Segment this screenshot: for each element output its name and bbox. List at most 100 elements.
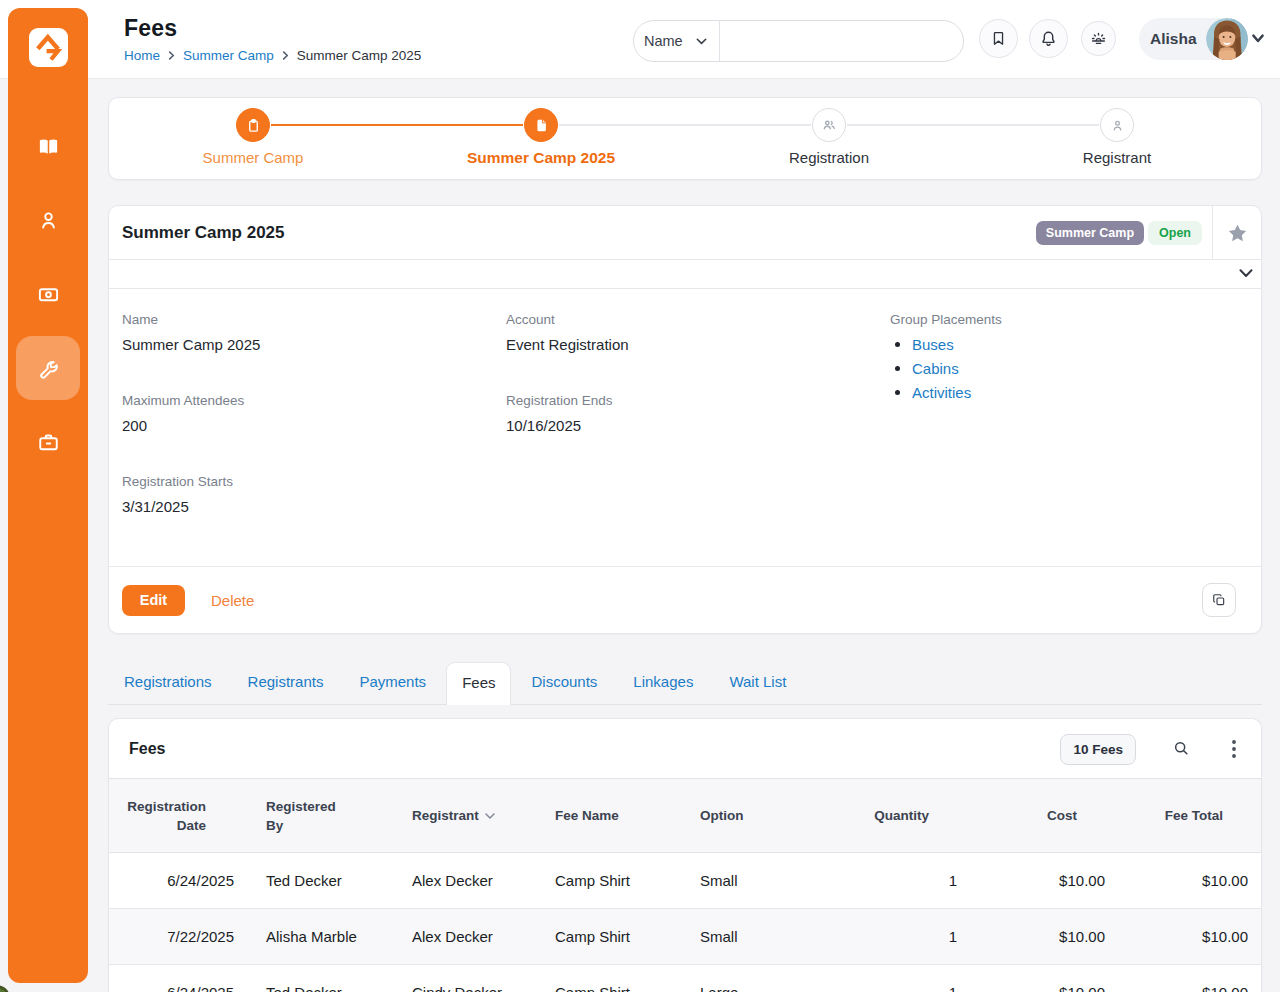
profile-chevron-down-icon[interactable] bbox=[1252, 34, 1264, 43]
tab-registrations[interactable]: Registrations bbox=[108, 661, 228, 704]
step-summer-camp-2025: Summer Camp 2025 bbox=[397, 98, 685, 179]
theme-button[interactable] bbox=[1081, 21, 1116, 56]
background-plant-image bbox=[0, 984, 10, 992]
field-registration-starts: Registration Starts 3/31/2025 bbox=[122, 474, 493, 515]
chevron-down-icon bbox=[696, 38, 707, 45]
tab-registrants[interactable]: Registrants bbox=[232, 661, 340, 704]
notifications-button[interactable] bbox=[1029, 19, 1068, 58]
chevron-right-icon bbox=[167, 51, 176, 60]
edit-button[interactable]: Edit bbox=[122, 585, 185, 616]
detail-card-header: Summer Camp 2025 Summer Camp Open bbox=[109, 206, 1261, 260]
step-label[interactable]: Summer Camp bbox=[203, 149, 304, 166]
sidebar-item-admin[interactable] bbox=[16, 410, 80, 474]
tab-fees[interactable]: Fees bbox=[446, 662, 511, 705]
chevron-down-icon bbox=[1239, 269, 1253, 278]
list-item: Activities bbox=[890, 384, 1261, 401]
field-registration-ends: Registration Ends 10/16/2025 bbox=[506, 393, 877, 434]
copy-button[interactable] bbox=[1202, 583, 1236, 617]
breadcrumb-summer-camp[interactable]: Summer Camp bbox=[183, 48, 274, 63]
group-placement-link-buses[interactable]: Buses bbox=[912, 336, 954, 353]
step-registrant: Registrant bbox=[973, 98, 1261, 179]
tab-payments[interactable]: Payments bbox=[343, 661, 442, 704]
step-dot[interactable] bbox=[1100, 108, 1134, 142]
bookmark-icon bbox=[990, 30, 1007, 47]
tab-linkages[interactable]: Linkages bbox=[617, 661, 709, 704]
table-row[interactable]: 6/24/2025 Ted Decker Alex Decker Camp Sh… bbox=[109, 853, 1262, 909]
column-header-fee-total[interactable]: Fee Total bbox=[1117, 779, 1262, 853]
category-badge: Summer Camp bbox=[1036, 221, 1144, 245]
follow-button[interactable] bbox=[1213, 206, 1261, 259]
profile-menu[interactable]: Alisha bbox=[1139, 18, 1248, 60]
registration-instance-card: Summer Camp 2025 Summer Camp Open Name S… bbox=[108, 205, 1262, 634]
file-icon bbox=[534, 118, 549, 133]
field-name: Name Summer Camp 2025 bbox=[122, 312, 493, 353]
star-icon bbox=[1228, 224, 1247, 242]
column-header-cost[interactable]: Cost bbox=[969, 779, 1117, 853]
step-label[interactable]: Registrant bbox=[1083, 149, 1151, 166]
sidebar-item-library[interactable] bbox=[16, 114, 80, 178]
people-icon bbox=[821, 117, 837, 133]
step-registration: Registration bbox=[685, 98, 973, 179]
grid-actions-button[interactable] bbox=[1222, 735, 1246, 763]
sun-horizon-icon bbox=[1089, 29, 1108, 48]
sidebar-item-power-tools[interactable] bbox=[16, 336, 80, 400]
group-placement-link-cabins[interactable]: Cabins bbox=[912, 360, 959, 377]
clipboard-icon bbox=[246, 118, 261, 133]
wrench-icon bbox=[37, 357, 60, 380]
list-item: Buses bbox=[890, 336, 1261, 353]
search-filter-label: Name bbox=[644, 33, 683, 49]
search-filter-dropdown[interactable]: Name bbox=[634, 21, 720, 61]
tab-wait-list[interactable]: Wait List bbox=[713, 661, 802, 704]
table-row[interactable]: 7/22/2025 Alisha Marble Alex Decker Camp… bbox=[109, 909, 1262, 965]
fees-panel-header: Fees 10 Fees bbox=[109, 719, 1261, 778]
detail-card-title: Summer Camp 2025 bbox=[122, 223, 285, 243]
fees-panel: Fees 10 Fees Registration Date bbox=[108, 718, 1262, 992]
delete-button[interactable]: Delete bbox=[211, 592, 254, 609]
profile-name: Alisha bbox=[1150, 30, 1197, 48]
column-header-registrant[interactable]: Registrant bbox=[392, 779, 535, 853]
column-header-registered-by[interactable]: Registered By bbox=[246, 779, 392, 853]
rock-logo[interactable] bbox=[29, 28, 68, 67]
sidebar bbox=[8, 8, 88, 983]
column-header-fee-name[interactable]: Fee Name bbox=[535, 779, 680, 853]
field-group-placements: Group Placements Buses Cabins Activities bbox=[890, 312, 1261, 401]
step-dot[interactable] bbox=[812, 108, 846, 142]
search-input[interactable] bbox=[720, 21, 963, 61]
step-summer-camp: Summer Camp bbox=[109, 98, 397, 179]
step-dot[interactable] bbox=[524, 108, 558, 142]
page-title: Fees bbox=[124, 15, 421, 42]
fee-count-badge[interactable]: 10 Fees bbox=[1060, 734, 1136, 765]
breadcrumb-home[interactable]: Home bbox=[124, 48, 160, 63]
search-icon bbox=[1171, 738, 1191, 758]
group-placements-list: Buses Cabins Activities bbox=[890, 336, 1261, 401]
sidebar-item-finance[interactable] bbox=[16, 262, 80, 326]
group-placement-link-activities[interactable]: Activities bbox=[912, 384, 971, 401]
collapse-toggle[interactable] bbox=[109, 260, 1261, 289]
column-header-quantity[interactable]: Quantity bbox=[800, 779, 969, 853]
field-maximum-attendees: Maximum Attendees 200 bbox=[122, 393, 493, 434]
table-row[interactable]: 6/24/2025 Ted Decker Cindy Decker Camp S… bbox=[109, 965, 1262, 992]
bookmarks-button[interactable] bbox=[979, 19, 1018, 58]
detail-card-footer: Edit Delete bbox=[109, 566, 1261, 633]
grid-search-button[interactable] bbox=[1171, 738, 1191, 758]
table-header-row: Registration Date Registered By Registra… bbox=[109, 779, 1262, 853]
money-bill-icon bbox=[37, 283, 60, 306]
column-header-option[interactable]: Option bbox=[680, 779, 800, 853]
main-content: Summer Camp Summer Camp 2025 bbox=[108, 97, 1262, 992]
breadcrumb-current: Summer Camp 2025 bbox=[297, 48, 422, 63]
global-search: Name bbox=[633, 20, 964, 62]
tab-discounts[interactable]: Discounts bbox=[515, 661, 613, 704]
kebab-menu-icon bbox=[1232, 740, 1236, 758]
step-dot[interactable] bbox=[236, 108, 270, 142]
sidebar-item-people[interactable] bbox=[16, 188, 80, 252]
briefcase-icon bbox=[37, 431, 60, 454]
list-item: Cabins bbox=[890, 360, 1261, 377]
step-label[interactable]: Registration bbox=[789, 149, 869, 166]
copy-icon bbox=[1212, 593, 1226, 607]
fees-table: Registration Date Registered By Registra… bbox=[109, 778, 1262, 992]
person-icon bbox=[1110, 118, 1125, 133]
column-header-registration-date[interactable]: Registration Date bbox=[109, 779, 246, 853]
status-badge: Open bbox=[1148, 221, 1202, 245]
field-account: Account Event Registration bbox=[506, 312, 877, 353]
step-label[interactable]: Summer Camp 2025 bbox=[467, 149, 615, 167]
